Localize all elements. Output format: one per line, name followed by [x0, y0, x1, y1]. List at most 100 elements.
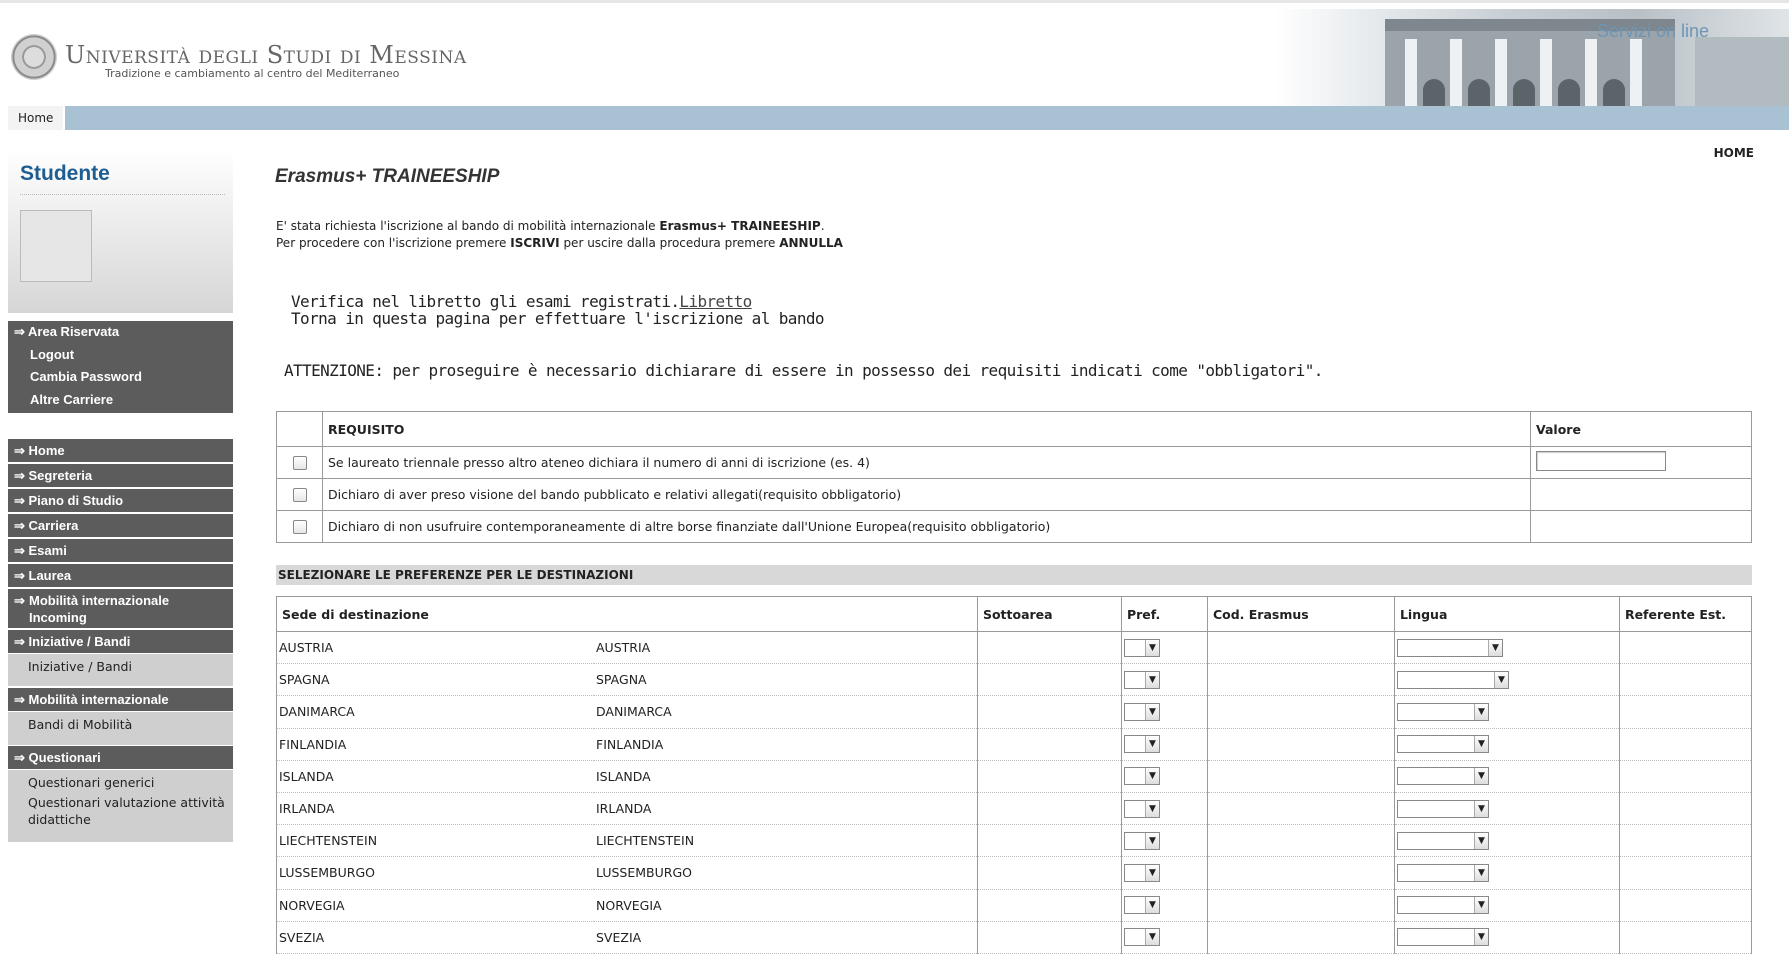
pref-select[interactable]: ▼: [1123, 896, 1160, 915]
pref-select[interactable]: ▼: [1123, 831, 1160, 850]
sidebar-divider: [20, 194, 225, 195]
lingua-select[interactable]: ▼: [1396, 702, 1489, 721]
attenzione-notice: ATTENZIONE: per proseguire è necessario …: [284, 361, 1323, 380]
table-row: SPAGNA SPAGNA ▼ ▼: [276, 663, 1753, 697]
table-row: ISLANDA ISLANDA ▼ ▼: [276, 759, 1753, 793]
sidebar-item-questionari[interactable]: ⇒ Questionari: [8, 746, 233, 770]
table-row: FINLANDIA FINLANDIA ▼ ▼: [276, 727, 1753, 761]
pref-select[interactable]: ▼: [1123, 638, 1160, 657]
sede-country-cell: LIECHTENSTEIN: [594, 824, 978, 858]
sidebar-item-iniziative-bandi[interactable]: ⇒ Iniziative / Bandi: [8, 630, 233, 654]
sidebar-item-cambia-password[interactable]: Cambia Password: [8, 366, 233, 389]
sede-country-cell: ISLANDA: [594, 759, 978, 793]
sidebar-subitem-iniziative-bandi[interactable]: Iniziative / Bandi: [8, 654, 233, 686]
lingua-column-header: Lingua: [1393, 596, 1620, 632]
pref-select[interactable]: ▼: [1123, 702, 1160, 721]
sede-cell: SPAGNA: [276, 663, 594, 697]
sidebar-profile: Studente: [8, 150, 233, 313]
sidebar-item-logout[interactable]: Logout: [8, 344, 233, 367]
pref-select[interactable]: ▼: [1123, 928, 1160, 947]
sede-cell: FINLANDIA: [276, 727, 594, 761]
university-seal-logo[interactable]: [11, 34, 57, 80]
sede-cell: ISLANDA: [276, 759, 594, 793]
requisito-text: Dichiaro di aver preso visione del bando…: [322, 478, 1531, 511]
sede-country-cell: NORVEGIA: [594, 888, 978, 922]
sidebar-item-altre-carriere[interactable]: Altre Carriere: [8, 389, 233, 412]
top-navbar: Home: [8, 106, 1789, 130]
student-photo: [20, 210, 92, 282]
lingua-select[interactable]: ▼: [1396, 670, 1509, 689]
requisiti-header-row: REQUISITO Valore: [276, 411, 1752, 447]
valore-input[interactable]: [1536, 451, 1666, 471]
requisito-checkbox[interactable]: [292, 520, 307, 535]
lingua-select[interactable]: ▼: [1396, 799, 1489, 818]
pref-column-header: Pref.: [1120, 596, 1208, 632]
destinazioni-section-title: SELEZIONARE LE PREFERENZE PER LE DESTINA…: [276, 565, 1752, 585]
sidebar-item-laurea[interactable]: ⇒ Laurea: [8, 564, 233, 588]
table-row: Se laureato triennale presso altro atene…: [276, 446, 1752, 479]
sidebar-item-carriera[interactable]: ⇒ Carriera: [8, 514, 233, 538]
destinazioni-header-row: Sede di destinazione Sottoarea Pref. Cod…: [276, 596, 1753, 632]
sidebar-title: Studente: [20, 162, 110, 185]
sidebar-item-mobilita-incoming[interactable]: ⇒ Mobilità internazionale Incoming: [8, 589, 233, 629]
table-row: LUSSEMBURGO LUSSEMBURGO ▼ ▼: [276, 856, 1753, 890]
table-row: NORVEGIA NORVEGIA ▼ ▼: [276, 888, 1753, 922]
nav-home-tab[interactable]: Home: [8, 106, 66, 130]
sede-column-header: Sede di destinazione: [276, 596, 978, 632]
page-title: Erasmus+ TRAINEESHIP: [275, 166, 500, 187]
sede-country-cell: AUSTRIA: [594, 630, 978, 665]
sede-country-cell: IRLANDA: [594, 791, 978, 826]
sidebar-subitem-questionari-valutazione[interactable]: Questionari valutazione attività didatti…: [8, 792, 233, 842]
sidebar-item-area-riservata[interactable]: ⇒ Area Riservata: [8, 321, 233, 344]
destinazioni-table: Sede di destinazione Sottoarea Pref. Cod…: [276, 596, 1753, 954]
sede-cell: NORVEGIA: [276, 888, 594, 922]
pref-select[interactable]: ▼: [1123, 799, 1160, 818]
sidebar-item-mobilita-internazionale[interactable]: ⇒ Mobilità internazionale: [8, 688, 233, 712]
table-row: Dichiaro di aver preso visione del bando…: [276, 478, 1752, 511]
sidebar-subitem-bandi-mobilita[interactable]: Bandi di Mobilità: [8, 712, 233, 745]
home-link[interactable]: HOME: [1714, 146, 1754, 160]
requisito-checkbox[interactable]: [292, 488, 307, 503]
site-header: Università degli Studi di Messina Tradiz…: [0, 0, 1789, 109]
lingua-select[interactable]: ▼: [1396, 735, 1489, 754]
pref-select[interactable]: ▼: [1123, 863, 1160, 882]
requisiti-table: REQUISITO Valore Se laureato triennale p…: [276, 411, 1752, 543]
sidebar-item-piano-di-studio[interactable]: ⇒ Piano di Studio: [8, 489, 233, 513]
sidebar-item-home[interactable]: ⇒ Home: [8, 439, 233, 463]
lingua-select[interactable]: ▼: [1396, 638, 1503, 657]
sede-cell: AUSTRIA: [276, 630, 594, 665]
referente-column-header: Referente Est.: [1618, 596, 1753, 632]
table-row: IRLANDA IRLANDA ▼ ▼: [276, 791, 1753, 826]
sede-country-cell: FINLANDIA: [594, 727, 978, 761]
sidebar-item-esami[interactable]: ⇒ Esami: [8, 539, 233, 563]
verifica-libretto-text: Verifica nel libretto gli esami registra…: [291, 292, 825, 328]
intro-text: E' stata richiesta l'iscrizione al bando…: [276, 219, 843, 250]
requisito-checkbox[interactable]: [292, 456, 307, 471]
table-row: SVEZIA SVEZIA ▼ ▼: [276, 920, 1753, 954]
sede-cell: LUSSEMBURGO: [276, 856, 594, 890]
lingua-select[interactable]: ▼: [1396, 896, 1489, 915]
table-row: DANIMARCA DANIMARCA ▼ ▼: [276, 695, 1753, 729]
pref-select[interactable]: ▼: [1123, 735, 1160, 754]
sidebar-item-segreteria[interactable]: ⇒ Segreteria: [8, 464, 233, 488]
checkbox-column-header: [276, 411, 323, 447]
university-tagline: Tradizione e cambiamento al centro del M…: [105, 67, 400, 80]
header-building-image: Servizi on line: [1275, 9, 1789, 109]
sede-cell: LIECHTENSTEIN: [276, 824, 594, 858]
sede-cell: SVEZIA: [276, 920, 594, 954]
valore-column-header: Valore: [1530, 411, 1752, 447]
pref-select[interactable]: ▼: [1123, 670, 1160, 689]
lingua-select[interactable]: ▼: [1396, 831, 1489, 850]
cod-erasmus-column-header: Cod. Erasmus: [1206, 596, 1395, 632]
lingua-select[interactable]: ▼: [1396, 863, 1489, 882]
lingua-select[interactable]: ▼: [1396, 928, 1489, 947]
requisito-text: Dichiaro di non usufruire contemporaneam…: [322, 510, 1531, 543]
sede-country-cell: DANIMARCA: [594, 695, 978, 729]
servizi-online-label: Servizi on line: [1596, 21, 1709, 41]
pref-select[interactable]: ▼: [1123, 767, 1160, 786]
university-name[interactable]: Università degli Studi di Messina: [65, 41, 467, 69]
lingua-select[interactable]: ▼: [1396, 767, 1489, 786]
sede-cell: IRLANDA: [276, 791, 594, 826]
table-row: LIECHTENSTEIN LIECHTENSTEIN ▼ ▼: [276, 824, 1753, 858]
sidebar-subitem-questionari-generici[interactable]: Questionari generici: [8, 770, 233, 792]
